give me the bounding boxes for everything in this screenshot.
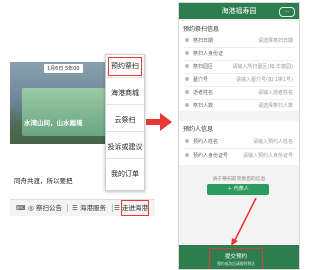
user-icon	[185, 139, 189, 143]
submit-sub-label: 预约成功后请按时到达	[217, 261, 255, 266]
form-row-date[interactable]: 祭扫日期 请选择祭扫日期	[183, 34, 295, 48]
booking-info-section: 预约祭扫信息 祭扫日期 请选择祭扫日期 祭扫人身份证 祭扫园区 请输入所扫墓区(…	[179, 21, 299, 111]
nav-divider	[67, 204, 68, 212]
form-row-park[interactable]: 祭扫园区 请输入所扫墓区(如:华富园)	[183, 60, 295, 74]
nav-service[interactable]: 海港服务	[80, 200, 106, 216]
menu-item-cloud-visit[interactable]: 云祭扫	[106, 109, 144, 132]
user-icon	[185, 90, 189, 94]
submit-label: 提交预约	[224, 254, 247, 260]
nav-enter[interactable]: 走进海港	[121, 200, 149, 216]
form-row-visitor-id[interactable]: 预约人身份证号 请输入预约人身份证号	[183, 149, 295, 162]
add-proxy-button[interactable]: ＋ 代祭人	[207, 184, 269, 195]
nav-enter-icon: ☰	[114, 204, 120, 212]
lake-scene	[22, 88, 118, 136]
pointer-arrow-icon	[231, 198, 257, 246]
nav-service-icon: ☰	[72, 204, 78, 212]
menu-item-feedback[interactable]: 投诉或建议	[106, 136, 144, 159]
bottom-nav: ⌨ ◎ 祭扫公告 ☰ 海港服务 ☰ 走进海港	[10, 199, 155, 216]
form-row-count[interactable]: 祭扫人数 请选择祭扫人数	[183, 99, 295, 112]
hint-text: 请于祭扫前完善您的信息	[212, 177, 266, 182]
menu-item-book-visit[interactable]: 预约祭扫	[106, 55, 144, 78]
nav-keyboard-icon[interactable]: ⌨	[16, 200, 25, 216]
menu-item-mall[interactable]: 海港商城	[106, 82, 144, 105]
form-row-name[interactable]: 逝者姓名 请输入逝者姓名	[183, 86, 295, 100]
nav-announce[interactable]: 祭扫公告	[36, 200, 62, 216]
section-title: 预约祭扫信息	[183, 26, 220, 33]
article-text: 同舟共渡，所以要把	[14, 177, 73, 185]
menu-item-orders[interactable]: 我的订单	[106, 163, 144, 185]
arrow-right-icon	[146, 113, 172, 131]
form-row-grave[interactable]: 墓穴号 请输入墓穴号(如:1排1号)	[183, 73, 295, 87]
form-row-visitor-name[interactable]: 预约人姓名 请输入预约人姓名	[183, 135, 295, 149]
visitor-info-section: 预约人信息 预约人姓名 请输入预约人姓名 预约人身份证号 请输入预约人身份证号	[179, 121, 299, 165]
nav-divider	[112, 204, 113, 212]
more-icon[interactable]: ···	[279, 7, 295, 17]
calendar-icon	[185, 38, 189, 42]
id-card-icon	[185, 51, 189, 55]
photo-caption: 水湾山间，山水画境	[24, 119, 83, 127]
grave-icon	[185, 77, 189, 81]
form-row-id[interactable]: 祭扫人身份证	[183, 47, 295, 61]
section-title: 预约人信息	[183, 126, 214, 133]
id-card-icon	[185, 153, 189, 157]
people-icon	[185, 103, 189, 107]
page-header: 海港福寿园 ···	[179, 3, 299, 19]
date-badge: 1月6日 5年00	[44, 64, 83, 73]
more-menu: 预约祭扫 海港商城 云祭扫 投诉或建议 我的订单	[105, 54, 145, 191]
location-icon	[185, 64, 189, 68]
page-title: 海港福寿园	[221, 7, 257, 15]
nav-announce-icon: ◎	[28, 204, 34, 212]
submit-booking-button[interactable]: 提交预约 预约成功后请按时到达	[209, 248, 263, 269]
